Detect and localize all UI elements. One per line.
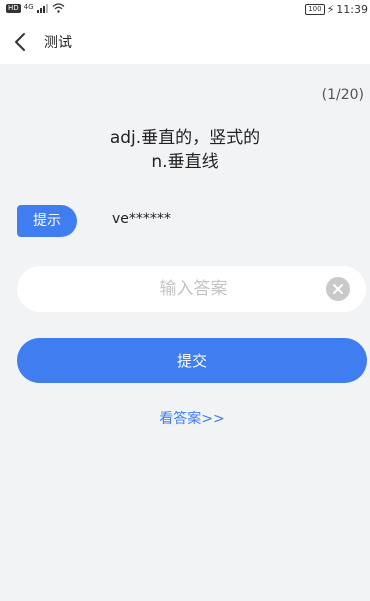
battery-indicator: 100 bbox=[305, 4, 325, 15]
page-title: 测试 bbox=[44, 35, 72, 51]
back-button[interactable] bbox=[8, 29, 34, 55]
hint-text: ve****** bbox=[112, 211, 171, 227]
definition-line-adj: adj.垂直的，竖式的 bbox=[109, 128, 261, 148]
network-type-label: 4G bbox=[23, 3, 34, 11]
back-arrow-icon bbox=[15, 33, 25, 51]
status-right: 100 ⚡ 11:39 bbox=[305, 3, 368, 16]
question-progress: (1/20) bbox=[321, 87, 364, 103]
clear-button[interactable] bbox=[326, 277, 350, 301]
hint-tag: 提示 bbox=[17, 205, 77, 237]
definition-line-noun: n.垂直线 bbox=[151, 152, 219, 172]
answer-box bbox=[17, 266, 366, 312]
submit-button[interactable]: 提交 bbox=[17, 338, 367, 383]
close-icon bbox=[333, 284, 343, 294]
hint-row: 提示 ve****** bbox=[0, 205, 370, 237]
word-definition: adj.垂直的，竖式的 n.垂直线 bbox=[0, 126, 370, 174]
charging-icon: ⚡ bbox=[326, 3, 335, 16]
clock: 11:39 bbox=[336, 3, 368, 16]
wifi-icon bbox=[52, 3, 64, 13]
status-left: HD 4G bbox=[6, 3, 65, 13]
status-bar: HD 4G 100 ⚡ 11:39 bbox=[0, 0, 370, 20]
signal-icon bbox=[36, 4, 48, 13]
top-bar: 测试 bbox=[0, 20, 370, 64]
answer-input[interactable] bbox=[37, 266, 317, 312]
view-answer-link[interactable]: 看答案>> bbox=[0, 408, 370, 428]
hd-badge: HD bbox=[6, 3, 21, 13]
